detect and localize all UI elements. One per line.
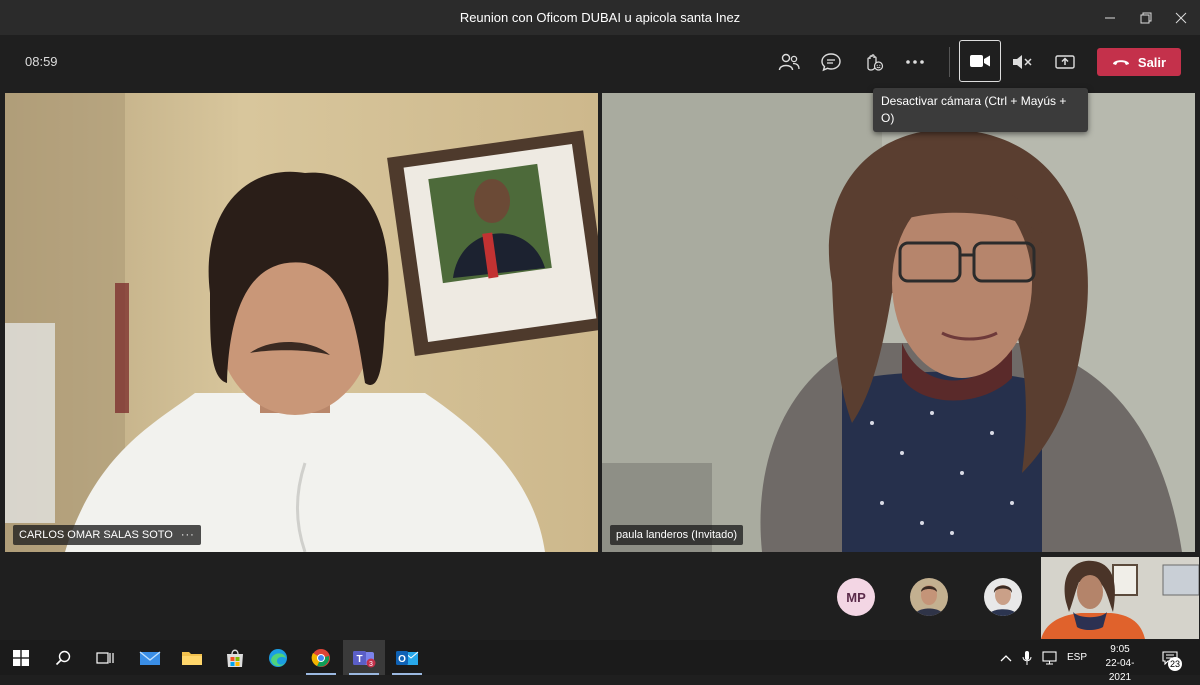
chat-icon	[821, 53, 841, 72]
start-button[interactable]	[0, 640, 42, 675]
avatar-photo	[910, 578, 948, 616]
window-titlebar: Reunion con Oficom DUBAI u apicola santa…	[0, 0, 1200, 35]
show-hidden-icons-button[interactable]	[1000, 640, 1012, 675]
self-view-video[interactable]	[1041, 557, 1199, 639]
outlook-icon: O	[396, 650, 419, 665]
meeting-toolbar: 08:59 Salir	[0, 35, 1200, 90]
network-icon	[1042, 650, 1057, 664]
microphone-tray-button[interactable]	[1022, 640, 1032, 675]
participant-name: paula landeros (Invitado)	[616, 529, 738, 541]
minimize-button[interactable]	[1091, 0, 1129, 35]
edge-icon	[269, 648, 287, 667]
restore-icon	[1140, 12, 1152, 23]
participant-avatar-mp[interactable]: MP	[837, 578, 875, 616]
participant-video-feed	[5, 93, 598, 552]
chat-button[interactable]	[813, 45, 849, 79]
store-button[interactable]	[214, 640, 256, 675]
store-icon	[227, 649, 243, 667]
participant-name: CARLOS OMAR SALAS SOTO	[19, 529, 173, 541]
participant-avatar[interactable]	[910, 578, 948, 616]
restore-button[interactable]	[1127, 0, 1165, 35]
language-indicator[interactable]: ESP	[1067, 640, 1087, 675]
more-actions-button[interactable]	[897, 45, 933, 79]
chrome-button[interactable]	[300, 640, 342, 675]
svg-text:T: T	[356, 654, 362, 665]
network-tray-button[interactable]	[1042, 640, 1058, 675]
notification-count-badge: 23	[1168, 657, 1182, 671]
share-screen-button[interactable]	[1047, 45, 1083, 79]
chevron-up-icon	[1000, 654, 1012, 661]
toolbar-divider	[949, 47, 950, 77]
close-button[interactable]	[1162, 0, 1200, 35]
file-explorer-button[interactable]	[171, 640, 213, 675]
raise-hand-icon	[867, 54, 884, 71]
task-view-button[interactable]	[84, 640, 126, 675]
search-icon	[55, 650, 71, 665]
windows-logo-icon	[13, 649, 29, 666]
minimize-icon	[1105, 17, 1115, 18]
edge-button[interactable]	[257, 640, 299, 675]
participant-avatar[interactable]	[984, 578, 1022, 616]
reactions-button[interactable]	[855, 45, 891, 79]
windows-taskbar: T 3 O ESP 9:05 22-04-2021	[0, 640, 1200, 683]
svg-text:O: O	[398, 654, 406, 665]
mic-toggle-button[interactable]	[1004, 45, 1040, 79]
close-icon	[1175, 12, 1187, 23]
outlook-button[interactable]: O	[386, 640, 428, 675]
meeting-timer: 08:59	[25, 54, 58, 69]
leave-label: Salir	[1137, 54, 1167, 70]
phone-hangup-icon	[1112, 60, 1129, 65]
people-icon	[778, 53, 800, 71]
more-icon	[906, 60, 924, 64]
camera-toggle-button[interactable]	[959, 40, 1001, 82]
teams-badge-count: 3	[369, 661, 373, 668]
mail-app-button[interactable]	[129, 640, 171, 675]
clock-date: 22-04-2021	[1105, 658, 1135, 683]
self-video-feed	[1041, 557, 1199, 639]
clock-time: 9:05	[1110, 644, 1130, 655]
folder-icon	[182, 651, 202, 665]
chrome-icon	[311, 648, 330, 667]
participants-button[interactable]	[771, 45, 807, 79]
participant-video-feed	[602, 93, 1195, 552]
share-screen-icon	[1055, 55, 1075, 69]
camera-icon	[970, 55, 990, 67]
participant-name-tag: paula landeros (Invitado)	[610, 525, 744, 545]
leave-button[interactable]: Salir	[1097, 48, 1181, 76]
avatar-photo	[984, 578, 1022, 616]
teams-icon: T 3	[353, 650, 376, 668]
microphone-icon	[1022, 650, 1032, 665]
teams-button[interactable]: T 3	[343, 640, 385, 675]
participant-more-icon[interactable]: ···	[181, 529, 195, 541]
taskbar-clock[interactable]: 9:05 22-04-2021	[1095, 643, 1145, 685]
task-view-icon	[96, 651, 114, 664]
participant-name-tag: CARLOS OMAR SALAS SOTO ···	[13, 525, 201, 545]
window-title: Reunion con Oficom DUBAI u apicola santa…	[459, 10, 741, 25]
video-tile-paula[interactable]: paula landeros (Invitado)	[602, 93, 1195, 552]
camera-tooltip: Desactivar cámara (Ctrl + Mayús + O)	[873, 88, 1088, 132]
search-button[interactable]	[42, 640, 84, 675]
mic-off-icon	[1013, 55, 1032, 69]
mail-icon	[139, 650, 161, 665]
video-tile-carlos[interactable]: CARLOS OMAR SALAS SOTO ···	[5, 93, 598, 552]
